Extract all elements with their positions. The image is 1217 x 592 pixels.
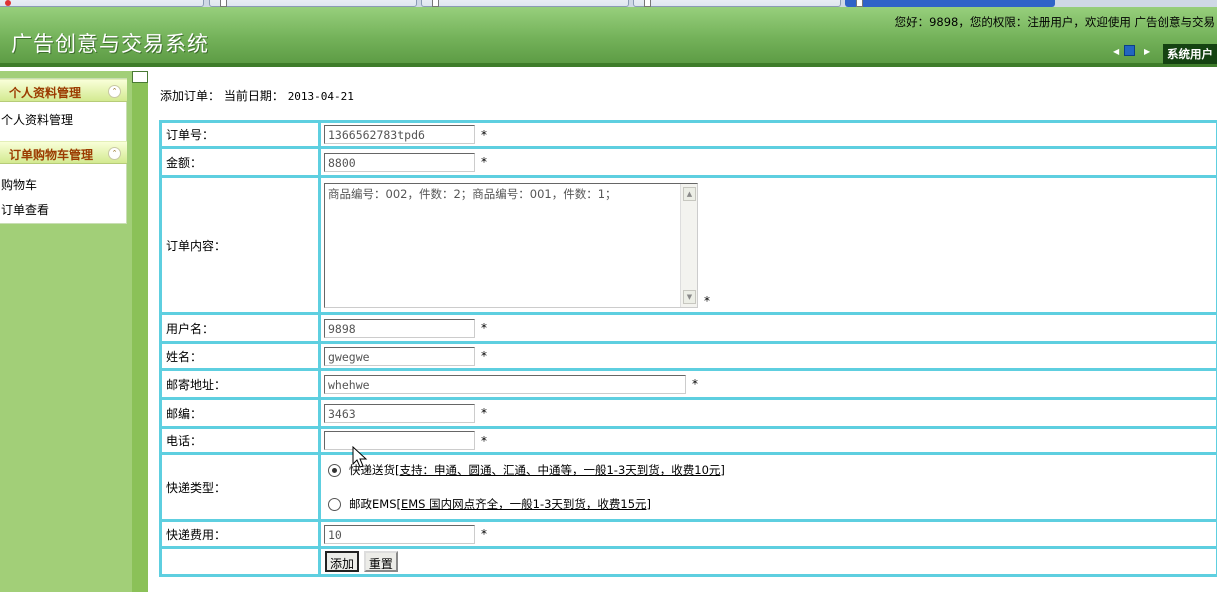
username-input[interactable]: 9898 xyxy=(324,318,475,338)
document-icon xyxy=(432,0,439,7)
shipping-option-label[interactable]: 邮政EMS[EMS 国内网点齐全，一般1-3天到货，收费15元] xyxy=(349,496,651,512)
form-row-actions: 添加 重置 xyxy=(159,546,1217,577)
collapse-icon[interactable]: ⌃ xyxy=(108,147,121,160)
nav-right-arrow-icon[interactable]: ▶ xyxy=(1144,47,1150,56)
required-mark: * xyxy=(704,293,710,308)
textarea-scrollbar[interactable]: ▲ ▼ xyxy=(680,183,697,307)
field-label: 姓名： xyxy=(159,341,321,371)
required-mark: * xyxy=(481,127,487,142)
order-content-textarea[interactable]: 商品编号：002，件数：2；商品编号：001，件数：1； ▲ ▼ xyxy=(324,182,698,308)
frame-toggle-button[interactable] xyxy=(132,71,148,83)
form-row-phone: 电话： * xyxy=(159,426,1217,455)
required-mark: * xyxy=(481,406,487,420)
order-form: 订单号： 1366562783tpd6 * 金额： 8800 * 订单内容： 商品编… xyxy=(159,120,1217,577)
order-content-text: 商品编号：002，件数：2；商品编号：001，件数：1； xyxy=(328,186,617,201)
shipping-fee-input[interactable]: 10 xyxy=(324,524,475,544)
document-icon xyxy=(644,0,651,7)
add-button[interactable]: 添加 xyxy=(325,551,360,572)
field-label: 金额： xyxy=(159,146,321,178)
field-label: 邮编： xyxy=(159,397,321,429)
required-mark: * xyxy=(481,321,487,335)
form-row-address: 邮寄地址： whehwe * xyxy=(159,368,1217,400)
date-value: 2013-04-21 xyxy=(287,90,354,103)
document-icon xyxy=(220,0,227,7)
tab-system-user[interactable]: 系统用户 xyxy=(1163,44,1217,64)
browser-favicon-icon xyxy=(5,0,11,6)
browser-tab-strip xyxy=(0,0,1217,7)
scroll-up-icon[interactable]: ▲ xyxy=(683,186,696,201)
order-no-input[interactable]: 1366562783tpd6 xyxy=(324,125,475,144)
form-row-name: 姓名： gwegwe * xyxy=(159,341,1217,371)
field-label: 订单内容： xyxy=(159,175,321,315)
app-header: 广告创意与交易系统 您好：9898，您的权限：注册用户，欢迎使用 广告创意与交易… xyxy=(0,7,1217,67)
sidebar-divider xyxy=(132,71,148,592)
form-row-username: 用户名： 9898 * xyxy=(159,312,1217,344)
field-label: 电话： xyxy=(159,426,321,455)
browser-tab[interactable] xyxy=(633,0,841,7)
shipping-option-label[interactable]: 快递送货[支持：申通、圆通、汇通、中通等，一般1-3天到货，收费10元] xyxy=(349,462,725,478)
field-label: 邮寄地址： xyxy=(159,368,321,400)
option-detail: [EMS 国内网点齐全，一般1-3天到货，收费15元] xyxy=(396,497,652,511)
app-title: 广告创意与交易系统 xyxy=(11,32,209,56)
browser-tab[interactable] xyxy=(421,0,629,7)
name-input[interactable]: gwegwe xyxy=(324,346,475,366)
menu-section-profile[interactable]: 个人资料管理 ⌃ xyxy=(0,79,127,102)
required-mark: * xyxy=(481,349,487,363)
browser-tab-active[interactable] xyxy=(845,0,1055,7)
browser-tab[interactable] xyxy=(0,0,204,7)
field-label: 订单号： xyxy=(159,120,321,149)
form-row-amount: 金额： 8800 * xyxy=(159,146,1217,178)
collapse-icon[interactable]: ⌃ xyxy=(108,85,121,98)
page-title: 添加订单： 当前日期： 2013-04-21 xyxy=(160,87,354,104)
amount-input[interactable]: 8800 xyxy=(324,152,475,172)
field-label: 快递费用： xyxy=(159,519,321,549)
main-content: 添加订单： 当前日期： 2013-04-21 订单号： 1366562783tp… xyxy=(148,71,1217,592)
form-row-shipping-fee: 快递费用： 10 * xyxy=(159,519,1217,549)
phone-input[interactable] xyxy=(324,431,475,450)
required-mark: * xyxy=(692,377,698,391)
option-prefix: 快递送货 xyxy=(349,463,395,477)
form-row-shipping-type: 快递类型： 快递送货[支持：申通、圆通、汇通、中通等，一般1-3天到货，收费10… xyxy=(159,452,1217,522)
radio-express[interactable] xyxy=(328,463,341,477)
option-detail: [支持：申通、圆通、汇通、中通等，一般1-3天到货，收费10元] xyxy=(395,463,725,477)
radio-ems[interactable] xyxy=(328,497,341,511)
sidebar-menu: 个人资料管理 ⌃ 个人资料管理 订单购物车管理 ⌃ 购物车 订单查看 xyxy=(0,78,127,224)
shipping-option-ems[interactable]: 邮政EMS[EMS 国内网点齐全，一般1-3天到货，收费15元] xyxy=(324,491,1216,518)
menu-section-title: 订单购物车管理 xyxy=(9,148,94,162)
required-mark: * xyxy=(481,433,487,448)
form-row-order-no: 订单号： 1366562783tpd6 * xyxy=(159,120,1217,149)
browser-tab[interactable] xyxy=(209,0,417,7)
empty-cell xyxy=(159,546,321,577)
address-input[interactable]: whehwe xyxy=(324,374,686,394)
welcome-text: 您好：9898，您的权限：注册用户，欢迎使用 广告创意与交易 xyxy=(894,15,1215,29)
date-label: 当前日期： xyxy=(223,89,284,103)
required-mark: * xyxy=(481,527,487,541)
page-title-label: 添加订单： xyxy=(160,89,221,103)
field-label: 快递类型： xyxy=(159,452,321,522)
sidebar-item-cart[interactable]: 购物车 xyxy=(1,176,37,193)
form-row-content: 订单内容： 商品编号：002，件数：2；商品编号：001，件数：1； ▲ ▼ * xyxy=(159,175,1217,315)
menu-section-orders[interactable]: 订单购物车管理 ⌃ xyxy=(0,141,127,164)
option-prefix: 邮政EMS xyxy=(349,497,397,511)
form-row-postcode: 邮编： 3463 * xyxy=(159,397,1217,429)
sidebar-item-orders[interactable]: 订单查看 xyxy=(1,201,49,218)
postcode-input[interactable]: 3463 xyxy=(324,403,475,423)
required-mark: * xyxy=(481,155,487,169)
nav-tab-icon[interactable] xyxy=(1124,45,1135,56)
document-icon xyxy=(856,0,863,7)
sidebar-item-profile[interactable]: 个人资料管理 xyxy=(1,111,73,128)
reset-button[interactable]: 重置 xyxy=(363,551,398,572)
field-label: 用户名： xyxy=(159,312,321,344)
nav-left-arrow-icon[interactable]: ◀ xyxy=(1113,47,1119,56)
scroll-down-icon[interactable]: ▼ xyxy=(683,289,696,304)
shipping-option-express[interactable]: 快递送货[支持：申通、圆通、汇通、中通等，一般1-3天到货，收费10元] xyxy=(324,457,1216,484)
menu-section-title: 个人资料管理 xyxy=(9,86,82,100)
